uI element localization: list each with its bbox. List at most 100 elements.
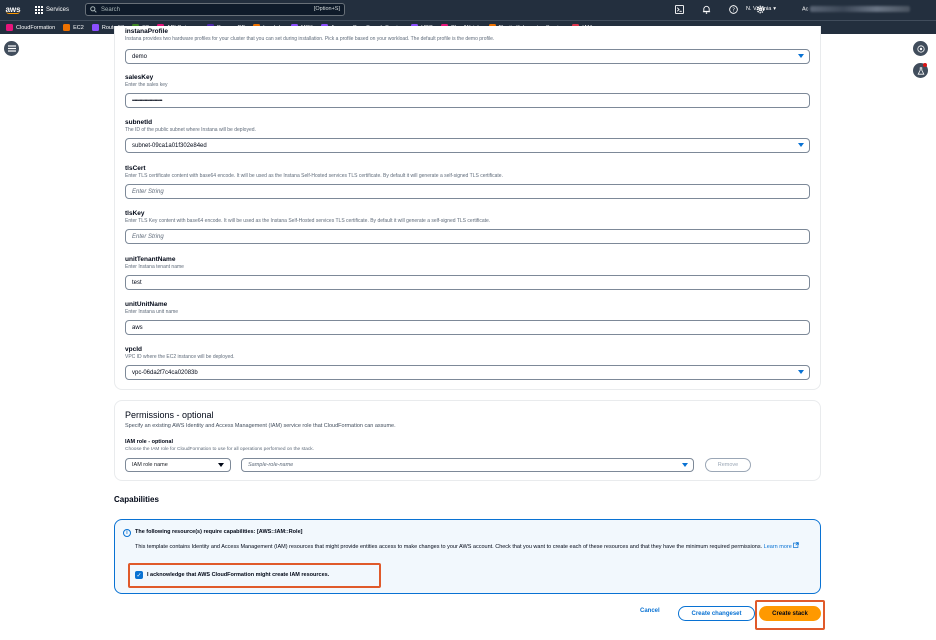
svg-text:?: ?	[732, 7, 735, 13]
vpc-id-select[interactable]: vpc-06da2f7c4ca02083b	[125, 365, 810, 380]
create-stack-button[interactable]: Create stack	[759, 606, 821, 621]
sales-key-input[interactable]: ••••••••••••••••••••••••	[125, 93, 810, 108]
capabilities-title: Capabilities	[114, 495, 159, 504]
unit-unit-name-input[interactable]: aws	[125, 320, 810, 335]
select-value: demo	[132, 53, 148, 60]
input-value: test	[132, 279, 142, 286]
learn-more-label: Learn more	[763, 544, 792, 550]
caret-down-icon	[798, 143, 804, 147]
account-name-redacted	[810, 6, 911, 12]
permissions-panel: Permissions - optional Specify an existi…	[114, 400, 821, 481]
select-placeholder: Sample-role-name	[248, 462, 294, 468]
select-value: vpc-06da2f7c4ca02083b	[132, 369, 198, 376]
external-link-icon	[793, 542, 800, 548]
target-icon	[916, 44, 925, 53]
search-placeholder: Search	[101, 6, 121, 13]
alert-dot	[923, 63, 927, 67]
permissions-subtitle: Specify an existing AWS Identity and Acc…	[125, 423, 396, 429]
select-value: IAM role name	[132, 462, 168, 468]
service-icon	[63, 24, 71, 31]
help-icon[interactable]: ?	[728, 4, 739, 15]
favorite-item[interactable]: CloudFormation	[6, 24, 55, 31]
input-value: ••••••••••••••••••••••••	[132, 97, 163, 104]
param-name: unitUnitName	[125, 301, 168, 308]
input-value: aws	[132, 324, 143, 331]
iam-role-desc: Choose the IAM role for CloudFormation t…	[125, 447, 315, 452]
caret-down-icon	[682, 463, 688, 467]
capabilities-body: This template contains Identity and Acce…	[135, 542, 805, 551]
select-value: subnet-09ca1a01f302e84ed	[132, 142, 207, 149]
tls-cert-input[interactable]: Enter String	[125, 184, 810, 199]
acknowledge-label[interactable]: I acknowledge that AWS CloudFormation mi…	[147, 572, 329, 578]
tls-key-input[interactable]: Enter String	[125, 229, 810, 244]
instana-profile-select[interactable]: demo	[125, 49, 810, 64]
capabilities-body-text: This template contains Identity and Acce…	[135, 544, 763, 550]
flask-icon	[917, 66, 924, 75]
capabilities-heading: The following resource(s) require capabi…	[135, 529, 303, 535]
cancel-button[interactable]: Cancel	[640, 608, 660, 614]
notifications-side-button[interactable]	[913, 63, 928, 78]
param-subnet-id: subnetId The ID of the public subnet whe…	[125, 119, 810, 153]
caret-down-icon	[218, 463, 224, 467]
menu-toggle-button[interactable]	[4, 41, 19, 56]
param-desc: Enter TLS Key content with base64 encode…	[125, 218, 491, 224]
unit-tenant-name-input[interactable]: test	[125, 275, 810, 290]
param-desc: Enter the sales key	[125, 82, 168, 88]
param-desc: The ID of the public subnet where Instan…	[125, 127, 256, 133]
iam-role-name-select[interactable]: Sample-role-name	[241, 458, 694, 472]
param-instana-profile: instanaProfile Instana provides two hard…	[125, 28, 810, 64]
input-placeholder: Enter String	[132, 188, 164, 195]
param-desc: Enter Instana tenant name	[125, 264, 184, 270]
param-desc: Enter Instana unit name	[125, 309, 179, 315]
param-sales-key: salesKey Enter the sales key •••••••••••…	[125, 74, 810, 108]
acknowledge-checkbox[interactable]: ✓	[135, 571, 143, 579]
hamburger-icon	[7, 45, 16, 52]
favorite-label: CloudFormation	[16, 24, 56, 31]
favorite-label: EC2	[73, 24, 84, 31]
search-icon	[90, 6, 97, 13]
service-icon	[91, 24, 99, 31]
favorite-item[interactable]: EC2	[63, 24, 84, 31]
param-desc: Enter TLS certificate content with base6…	[125, 173, 503, 179]
bell-icon[interactable]	[701, 4, 712, 15]
param-tls-key: tlsKey Enter TLS Key content with base64…	[125, 210, 810, 244]
region-label: N. Virginia	[746, 6, 772, 12]
side-panel-button[interactable]	[913, 41, 928, 56]
search-shortcut: [Option+S]	[313, 6, 340, 12]
account-prefix: Ac	[802, 6, 809, 13]
param-tls-cert: tlsCert Enter TLS certificate content wi…	[125, 165, 810, 199]
aws-logo[interactable]: aws	[0, 0, 26, 20]
info-icon: i	[123, 529, 131, 537]
iam-role-label: IAM role - optional	[125, 439, 173, 445]
param-name: vpcId	[125, 346, 142, 353]
services-menu-button[interactable]: Services	[35, 6, 69, 14]
region-selector[interactable]: N. Virginia ▾	[746, 6, 776, 12]
param-name: salesKey	[125, 74, 154, 81]
account-menu[interactable]: Ac	[802, 6, 911, 13]
learn-more-link[interactable]: Learn more	[763, 542, 800, 550]
iam-role-type-select[interactable]: IAM role name	[125, 458, 231, 472]
grid-icon	[35, 6, 43, 14]
acknowledge-checkbox-row[interactable]: ✓ I acknowledge that AWS CloudFormation …	[128, 563, 381, 588]
param-name: tlsKey	[125, 210, 145, 217]
param-name: subnetId	[125, 119, 153, 126]
top-navigation: aws Services Search [Option+S] ? N. Virg…	[0, 0, 936, 20]
create-changeset-button[interactable]: Create changeset	[678, 606, 755, 621]
param-name: instanaProfile	[125, 28, 168, 35]
param-name: tlsCert	[125, 165, 146, 172]
param-desc: Instana provides two hardware profiles f…	[125, 36, 495, 42]
input-placeholder: Enter String	[132, 233, 164, 240]
param-unit-tenant-name: unitTenantName Enter Instana tenant name…	[125, 256, 810, 290]
chevron-down-icon: ▾	[773, 6, 777, 12]
param-unit-unit-name: unitUnitName Enter Instana unit name aws	[125, 301, 810, 335]
caret-down-icon	[798, 370, 804, 374]
remove-button[interactable]: Remove	[705, 458, 751, 472]
service-icon	[6, 24, 13, 31]
search-input[interactable]: Search [Option+S]	[85, 3, 345, 16]
cloudshell-icon[interactable]	[674, 4, 685, 15]
permissions-title: Permissions - optional	[125, 410, 214, 420]
subnet-id-select[interactable]: subnet-09ca1a01f302e84ed	[125, 138, 810, 153]
parameters-panel: instanaProfile Instana provides two hard…	[114, 26, 821, 390]
param-name: unitTenantName	[125, 256, 176, 263]
param-desc: VPC ID where the EC2 instance will be de…	[125, 354, 235, 360]
